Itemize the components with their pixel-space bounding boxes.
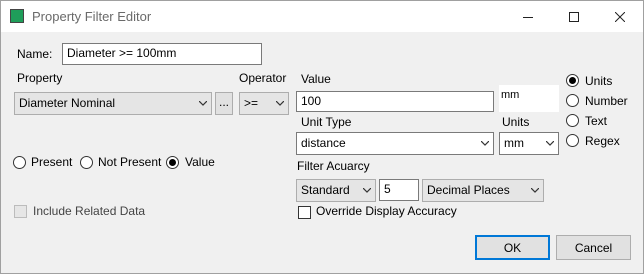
override-accuracy-checkbox[interactable]	[298, 206, 311, 219]
value-label: Value	[301, 72, 331, 86]
title-bar: Property Filter Editor	[1, 1, 643, 32]
chevron-down-icon	[546, 140, 554, 146]
accuracy-places-value: Decimal Places	[427, 183, 510, 197]
radio-text-label[interactable]: Text	[585, 114, 607, 128]
include-related-checkbox[interactable]	[14, 205, 27, 218]
radio-present[interactable]	[13, 156, 26, 169]
units-label: Units	[502, 115, 530, 129]
radio-regex[interactable]	[566, 134, 579, 147]
minimize-icon	[523, 16, 533, 18]
chevron-down-icon	[199, 100, 207, 106]
window-title: Property Filter Editor	[32, 9, 152, 24]
accuracy-mode-value: Standard	[301, 183, 350, 197]
radio-units-label[interactable]: Units	[585, 74, 612, 88]
property-select[interactable]: Diameter Nominal	[14, 92, 212, 115]
value-unit-suffix-text: mm	[501, 89, 520, 101]
radio-value[interactable]	[166, 156, 179, 169]
property-selected-value: Diameter Nominal	[19, 96, 116, 110]
include-related-label: Include Related Data	[33, 204, 146, 218]
radio-text[interactable]	[566, 114, 579, 127]
unit-type-selected-value: distance	[301, 136, 346, 150]
name-input[interactable]: Diameter >= 100mm	[62, 43, 262, 65]
property-filter-editor-window: Property Filter Editor Name: Diameter >=…	[0, 0, 644, 274]
property-browse-button[interactable]: ...	[215, 92, 233, 115]
property-label: Property	[17, 71, 63, 85]
radio-present-label[interactable]: Present	[31, 155, 72, 169]
operator-label: Operator	[239, 71, 287, 85]
chevron-down-icon	[481, 140, 489, 146]
override-accuracy-label[interactable]: Override Display Accuracy	[316, 204, 457, 218]
minimize-button[interactable]	[505, 1, 551, 32]
radio-not-present[interactable]	[80, 156, 93, 169]
operator-select[interactable]: >=	[239, 92, 289, 115]
accuracy-mode-select[interactable]: Standard	[296, 179, 376, 202]
ok-button-label: OK	[503, 240, 522, 255]
name-label: Name:	[17, 47, 53, 61]
radio-regex-label[interactable]: Regex	[585, 134, 620, 148]
radio-units[interactable]	[566, 74, 579, 87]
unit-type-select[interactable]: distance	[296, 132, 494, 155]
browse-button-label: ...	[218, 94, 229, 109]
maximize-icon	[569, 11, 579, 22]
close-button[interactable]	[597, 1, 643, 32]
accuracy-places-select[interactable]: Decimal Places	[422, 179, 544, 202]
radio-number[interactable]	[566, 94, 579, 107]
value-input[interactable]: 100	[296, 91, 494, 112]
chevron-down-icon	[363, 187, 371, 193]
operator-selected-value: >=	[244, 96, 259, 110]
radio-number-label[interactable]: Number	[585, 94, 628, 108]
unit-type-label: Unit Type	[301, 115, 352, 129]
radio-value-label[interactable]: Value	[185, 155, 215, 169]
accuracy-digits-input[interactable]: 5	[379, 179, 419, 201]
chevron-down-icon	[531, 187, 539, 193]
cancel-button-label: Cancel	[574, 240, 613, 255]
close-icon	[615, 11, 625, 22]
cancel-button[interactable]: Cancel	[556, 235, 631, 260]
app-icon	[10, 9, 24, 23]
units-select[interactable]: mm	[499, 132, 559, 155]
units-selected-value: mm	[504, 136, 524, 150]
chevron-down-icon	[276, 100, 284, 106]
value-unit-suffix: mm	[499, 85, 559, 112]
radio-not-present-label[interactable]: Not Present	[98, 155, 161, 169]
ok-button[interactable]: OK	[475, 235, 550, 260]
maximize-button[interactable]	[551, 1, 597, 32]
filter-accuracy-label: Filter Acuarcy	[297, 159, 370, 173]
